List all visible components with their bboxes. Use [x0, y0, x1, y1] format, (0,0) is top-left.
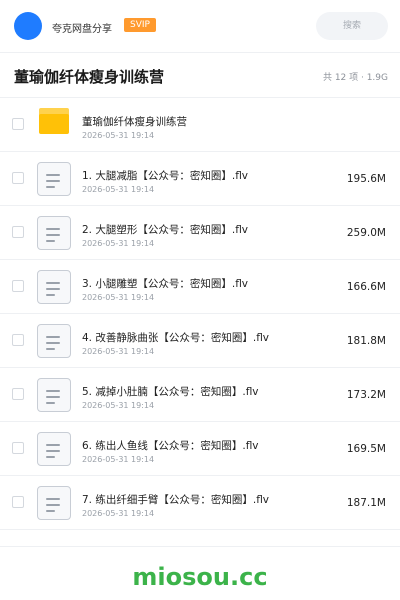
list-item[interactable]: 董瑜伽纤体瘦身训练营 2026-05-31 19:14	[0, 98, 400, 152]
file-name: 2. 大腿塑形【公众号：密知圈】.flv	[82, 224, 249, 236]
user-name: 夸克网盘分享	[52, 24, 112, 35]
file-date: 2026-05-31 19:14	[82, 185, 155, 194]
select-checkbox[interactable]	[12, 226, 24, 238]
header: 夸克网盘分享 SVIP 搜索	[0, 0, 400, 53]
title-bar: 董瑜伽纤体瘦身训练营 共 12 项 · 1.9G	[0, 53, 400, 98]
list-item[interactable]: 5. 减掉小肚腩【公众号：密知圈】.flv 2026-05-31 19:14 1…	[0, 368, 400, 422]
file-size: 195.6M	[346, 173, 386, 185]
document-icon	[37, 162, 71, 196]
document-icon	[37, 324, 71, 358]
file-name: 6. 练出人鱼线【公众号：密知圈】.flv	[82, 440, 259, 452]
watermark-text: miosou.cc	[132, 563, 268, 591]
file-name: 董瑜伽纤体瘦身训练营	[82, 116, 187, 128]
select-checkbox[interactable]	[12, 496, 24, 508]
file-date: 2026-05-31 19:14	[82, 347, 155, 356]
document-icon	[37, 216, 71, 250]
page-title: 董瑜伽纤体瘦身训练营	[14, 68, 165, 86]
list-item[interactable]: 4. 改善静脉曲张【公众号：密知圈】.flv 2026-05-31 19:14 …	[0, 314, 400, 368]
file-date: 2026-05-31 19:14	[82, 131, 155, 140]
list-item[interactable]: 3. 小腿雕塑【公众号：密知圈】.flv 2026-05-31 19:14 16…	[0, 260, 400, 314]
select-checkbox[interactable]	[12, 388, 24, 400]
avatar[interactable]	[14, 12, 42, 40]
folder-icon	[39, 108, 69, 134]
search-input[interactable]: 搜索	[316, 12, 388, 40]
file-date: 2026-05-31 19:14	[82, 293, 155, 302]
file-size: 173.2M	[346, 389, 386, 401]
file-count-and-size: 共 12 项 · 1.9G	[322, 73, 388, 83]
file-size: 181.8M	[346, 335, 386, 347]
file-name: 3. 小腿雕塑【公众号：密知圈】.flv	[82, 278, 249, 290]
file-date: 2026-05-31 19:14	[82, 509, 155, 518]
document-icon	[37, 378, 71, 412]
list-item[interactable]: 1. 大腿减脂【公众号：密知圈】.flv 2026-05-31 19:14 19…	[0, 152, 400, 206]
document-icon	[37, 432, 71, 466]
select-checkbox[interactable]	[12, 334, 24, 346]
document-icon	[37, 486, 71, 520]
select-checkbox[interactable]	[12, 172, 24, 184]
list-item[interactable]: 2. 大腿塑形【公众号：密知圈】.flv 2026-05-31 19:14 25…	[0, 206, 400, 260]
file-size: 259.0M	[346, 227, 386, 239]
footer-divider	[0, 546, 400, 547]
file-name: 4. 改善静脉曲张【公众号：密知圈】.flv	[82, 332, 270, 344]
file-date: 2026-05-31 19:14	[82, 239, 155, 248]
file-name: 7. 练出纤细手臂【公众号：密知圈】.flv	[82, 494, 270, 506]
list-item[interactable]: 6. 练出人鱼线【公众号：密知圈】.flv 2026-05-31 19:14 1…	[0, 422, 400, 476]
file-date: 2026-05-31 19:14	[82, 455, 155, 464]
vip-badge: SVIP	[124, 18, 156, 32]
document-icon	[37, 270, 71, 304]
file-list: 董瑜伽纤体瘦身训练营 2026-05-31 19:14 1. 大腿减脂【公众号：…	[0, 98, 400, 530]
select-checkbox[interactable]	[12, 118, 24, 130]
file-size: 169.5M	[346, 443, 386, 455]
list-item[interactable]: 7. 练出纤细手臂【公众号：密知圈】.flv 2026-05-31 19:14 …	[0, 476, 400, 530]
file-size: 166.6M	[346, 281, 386, 293]
share-page: 夸克网盘分享 SVIP 搜索 董瑜伽纤体瘦身训练营 共 12 项 · 1.9G …	[0, 0, 400, 600]
file-name: 1. 大腿减脂【公众号：密知圈】.flv	[82, 170, 249, 182]
file-date: 2026-05-31 19:14	[82, 401, 155, 410]
file-size: 187.1M	[346, 497, 386, 509]
file-name: 5. 减掉小肚腩【公众号：密知圈】.flv	[82, 386, 259, 398]
select-checkbox[interactable]	[12, 442, 24, 454]
select-checkbox[interactable]	[12, 280, 24, 292]
